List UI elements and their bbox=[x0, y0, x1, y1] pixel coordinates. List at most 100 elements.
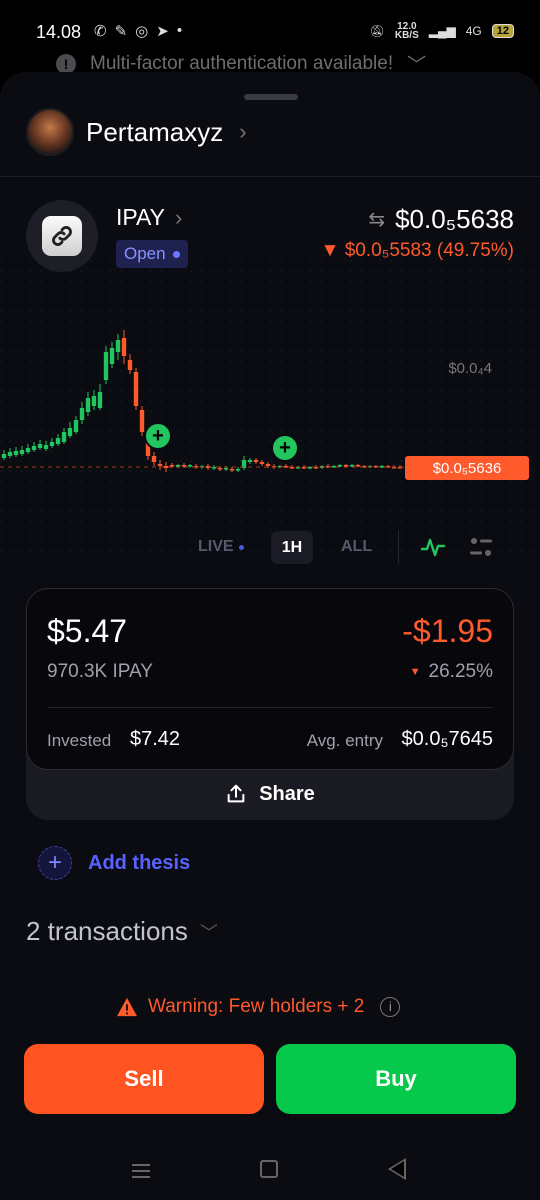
avg-entry-value: $0.0₅7645 bbox=[401, 728, 493, 750]
svg-text:+: + bbox=[152, 425, 164, 447]
candle bbox=[43, 445, 49, 449]
candle bbox=[85, 398, 91, 412]
candle bbox=[13, 451, 19, 455]
line-chart-icon[interactable] bbox=[420, 534, 446, 560]
candle bbox=[61, 432, 67, 442]
list-settings-icon[interactable] bbox=[468, 534, 494, 560]
divider bbox=[0, 176, 540, 177]
swap-icon[interactable]: ⇆ bbox=[368, 207, 385, 232]
link-icon bbox=[52, 226, 72, 246]
status-notification-icons: ✆ ✎ ◎ ➤ • bbox=[94, 22, 182, 40]
buy-marker[interactable]: + bbox=[271, 434, 299, 462]
buy-marker[interactable]: + bbox=[144, 422, 172, 450]
sheet-handle[interactable] bbox=[244, 94, 298, 100]
svg-text:+: + bbox=[279, 437, 291, 459]
position-summary: $5.47 -$1.95 970.3K IPAY ▼ 26.25% Invest… bbox=[26, 588, 514, 770]
share-icon bbox=[227, 784, 245, 803]
sell-button[interactable]: Sell bbox=[24, 1044, 264, 1114]
battery-icon: 12 bbox=[491, 24, 514, 38]
position-value: $5.47 bbox=[47, 613, 128, 649]
profile-row[interactable]: Pertamaxyz › bbox=[26, 108, 247, 156]
info-icon[interactable]: i bbox=[380, 997, 401, 1017]
candle bbox=[379, 466, 385, 468]
profile-name: Pertamaxyz bbox=[86, 116, 224, 147]
telegram-icon: ➤ bbox=[156, 23, 169, 40]
status-dot bbox=[172, 250, 180, 258]
recent-apps-icon[interactable] bbox=[132, 1160, 150, 1182]
candle bbox=[1, 454, 7, 458]
candle bbox=[97, 392, 103, 408]
add-thesis-button[interactable]: + Add thesis bbox=[38, 846, 190, 880]
candle bbox=[181, 465, 187, 467]
candle bbox=[151, 456, 157, 462]
system-nav-bar bbox=[0, 1152, 540, 1200]
down-triangle-icon: ▼ bbox=[409, 666, 421, 678]
candle bbox=[25, 448, 31, 452]
alert-icon: ! bbox=[56, 53, 76, 74]
current-price-label: $0.0₅5636 bbox=[433, 460, 502, 477]
candle bbox=[19, 450, 25, 454]
candle bbox=[169, 465, 175, 467]
candle bbox=[253, 460, 259, 462]
avatar bbox=[26, 108, 74, 156]
candle bbox=[133, 372, 139, 406]
position-card: $5.47 -$1.95 970.3K IPAY ▼ 26.25% Invest… bbox=[26, 588, 514, 820]
invested-value: $7.42 bbox=[130, 728, 181, 750]
avg-entry-label: Avg. entry bbox=[306, 731, 383, 750]
candle bbox=[175, 465, 181, 467]
home-icon[interactable] bbox=[260, 1160, 278, 1178]
candle bbox=[91, 396, 97, 406]
instagram-icon: ◎ bbox=[135, 23, 149, 40]
transactions-toggle[interactable]: 2 transactions ﹀ bbox=[26, 916, 218, 947]
candle bbox=[121, 338, 127, 356]
candle bbox=[7, 452, 13, 456]
candle bbox=[163, 466, 169, 468]
chevron-right-icon: › bbox=[174, 205, 183, 230]
candle bbox=[349, 465, 355, 467]
buy-button[interactable]: Buy bbox=[276, 1044, 516, 1114]
candle bbox=[307, 467, 313, 469]
pnl-percent: ▼ 26.25% bbox=[409, 661, 493, 682]
candle bbox=[217, 468, 223, 470]
position-pnl: -$1.95 bbox=[402, 613, 493, 649]
share-button[interactable]: Share bbox=[26, 774, 514, 814]
token-price[interactable]: ⇆ $0.0₅5638 bbox=[368, 204, 514, 235]
candle bbox=[127, 360, 133, 370]
candle bbox=[73, 420, 79, 432]
net-speed: 12.0 KB/S bbox=[394, 21, 419, 41]
candle bbox=[109, 348, 115, 364]
candle bbox=[235, 469, 241, 471]
candle bbox=[31, 446, 37, 450]
signal-icon: ▂▄▆ bbox=[428, 24, 456, 38]
token-name[interactable]: IPAY › bbox=[116, 204, 182, 231]
invested-label: Invested bbox=[47, 731, 112, 750]
candle bbox=[157, 464, 163, 466]
plus-icon: + bbox=[38, 846, 72, 880]
candle bbox=[49, 442, 55, 446]
tab-live[interactable]: LIVE bbox=[198, 538, 244, 556]
position-holding: 970.3K IPAY bbox=[47, 661, 153, 682]
price-change: ▼ $0.0₅5583 (49.75%) bbox=[320, 240, 514, 261]
whatsapp-icon: ✆ bbox=[94, 23, 107, 40]
candle bbox=[67, 428, 73, 436]
candle bbox=[343, 465, 349, 467]
candle bbox=[139, 410, 145, 432]
price-chart[interactable]: $0.0₄4 $0.0₅5636 + + bbox=[0, 260, 540, 560]
candle bbox=[229, 469, 235, 471]
candle bbox=[265, 464, 271, 466]
tab-1h[interactable]: 1H bbox=[271, 531, 313, 564]
candle bbox=[247, 460, 253, 462]
candle bbox=[223, 468, 229, 470]
tab-all[interactable]: ALL bbox=[341, 538, 372, 556]
candle bbox=[355, 465, 361, 467]
back-icon[interactable] bbox=[388, 1158, 406, 1180]
candle bbox=[331, 466, 337, 468]
candle bbox=[115, 340, 121, 352]
mute-icon: 🔕︎ bbox=[369, 24, 385, 38]
live-dot bbox=[238, 544, 244, 550]
candle bbox=[37, 444, 43, 448]
candle bbox=[79, 408, 85, 420]
pen-icon: ✎ bbox=[114, 23, 128, 40]
status-right: 🔕︎ 12.0 KB/S ▂▄▆ 4G 12 bbox=[369, 21, 514, 41]
candle bbox=[337, 465, 343, 467]
